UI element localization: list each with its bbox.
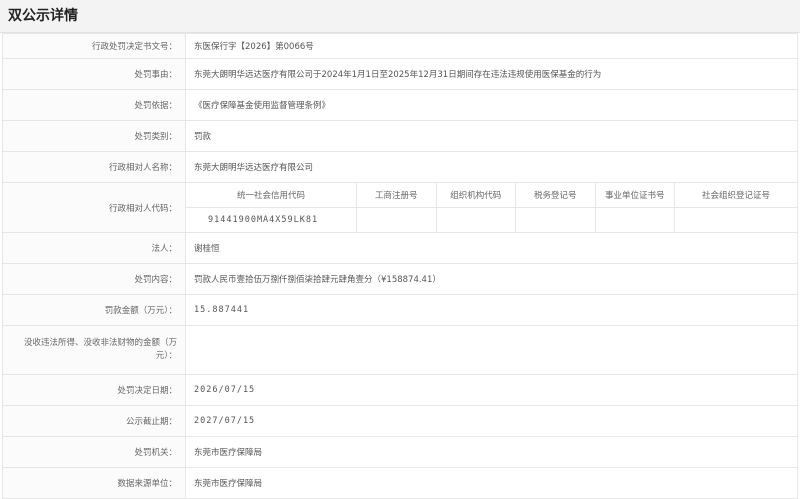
value-counterparty-name: 东莞大朗明华远达医疗有限公司 bbox=[185, 151, 798, 183]
value-decision-date: 2026/07/15 bbox=[185, 374, 798, 406]
label-publicity-deadline: 公示截止期： bbox=[2, 405, 186, 437]
label-decision-date: 处罚决定日期： bbox=[2, 374, 186, 406]
codes-value-institution-cert bbox=[594, 207, 675, 232]
value-fine-amount: 15.887441 bbox=[185, 294, 798, 326]
label-penalty-authority: 处罚机关： bbox=[2, 436, 186, 468]
label-legal-person: 法人： bbox=[2, 232, 186, 264]
codes-header-institution-cert: 事业单位证书号 bbox=[594, 183, 675, 208]
codes-cell: 统一社会信用代码 工商注册号 组织机构代码 税务登记号 事业单位证书号 社会组织… bbox=[185, 182, 798, 233]
label-decision-number: 行政处罚决定书文号： bbox=[2, 33, 186, 59]
label-data-source: 数据来源单位： bbox=[2, 467, 186, 499]
codes-header-tax-reg: 税务登记号 bbox=[515, 183, 596, 208]
value-penalty-reason: 东莞大朗明华远达医疗有限公司于2024年1月1日至2025年12月31日期间存在… bbox=[185, 58, 798, 90]
row-penalty-content: 处罚内容： 罚款人民币壹拾伍万捌仟捌佰柒拾肆元肆角壹分（¥158874.41） bbox=[2, 263, 798, 295]
label-fine-amount: 罚款金额（万元）： bbox=[2, 294, 186, 326]
codes-value-credit-code: 91441900MA4X59LK81 bbox=[186, 207, 357, 232]
row-counterparty-codes: 行政相对人代码： 统一社会信用代码 工商注册号 组织机构代码 税务登记号 事业单… bbox=[2, 182, 798, 233]
value-penalty-authority: 东莞市医疗保障局 bbox=[185, 436, 798, 468]
row-fine-amount: 罚款金额（万元）： 15.887441 bbox=[2, 294, 798, 326]
codes-header-social-org: 社会组织登记证号 bbox=[674, 183, 797, 208]
row-legal-person: 法人： 谢桂恒 bbox=[2, 232, 798, 264]
label-penalty-reason: 处罚事由： bbox=[2, 58, 186, 90]
label-counterparty-name: 行政相对人名称： bbox=[2, 151, 186, 183]
page-title: 双公示详情 bbox=[0, 0, 800, 33]
row-confiscation-amount: 没收违法所得、没收非法财物的金额（万元）： bbox=[2, 325, 798, 375]
value-decision-number: 东医保行字【2026】第0066号 bbox=[185, 33, 798, 59]
detail-table: 行政处罚决定书文号： 东医保行字【2026】第0066号 处罚事由： 东莞大朗明… bbox=[2, 33, 798, 499]
row-publicity-deadline: 公示截止期： 2027/07/15 bbox=[2, 405, 798, 437]
codes-header-row: 统一社会信用代码 工商注册号 组织机构代码 税务登记号 事业单位证书号 社会组织… bbox=[186, 183, 797, 208]
label-confiscation-amount: 没收违法所得、没收非法财物的金额（万元）： bbox=[2, 325, 186, 375]
codes-header-business-reg: 工商注册号 bbox=[356, 183, 437, 208]
codes-header-credit-code: 统一社会信用代码 bbox=[186, 183, 357, 208]
value-penalty-content: 罚款人民币壹拾伍万捌仟捌佰柒拾肆元肆角壹分（¥158874.41） bbox=[185, 263, 798, 295]
row-decision-date: 处罚决定日期： 2026/07/15 bbox=[2, 374, 798, 406]
label-counterparty-codes: 行政相对人代码： bbox=[2, 182, 186, 233]
label-penalty-basis: 处罚依据： bbox=[2, 89, 186, 121]
codes-value-tax-reg bbox=[515, 207, 596, 232]
label-penalty-content: 处罚内容： bbox=[2, 263, 186, 295]
value-penalty-type: 罚款 bbox=[185, 120, 798, 152]
row-penalty-basis: 处罚依据： 《医疗保障基金使用监督管理条例》 bbox=[2, 89, 798, 121]
codes-value-social-org bbox=[674, 207, 797, 232]
codes-table: 统一社会信用代码 工商注册号 组织机构代码 税务登记号 事业单位证书号 社会组织… bbox=[186, 183, 797, 232]
row-data-source: 数据来源单位： 东莞市医疗保障局 bbox=[2, 467, 798, 499]
codes-value-row: 91441900MA4X59LK81 bbox=[186, 207, 797, 232]
codes-value-business-reg bbox=[356, 207, 437, 232]
codes-header-org-code: 组织机构代码 bbox=[435, 183, 516, 208]
row-penalty-type: 处罚类别： 罚款 bbox=[2, 120, 798, 152]
value-data-source: 东莞市医疗保障局 bbox=[185, 467, 798, 499]
value-confiscation-amount bbox=[185, 325, 798, 375]
label-penalty-type: 处罚类别： bbox=[2, 120, 186, 152]
row-penalty-authority: 处罚机关： 东莞市医疗保障局 bbox=[2, 436, 798, 468]
row-penalty-reason: 处罚事由： 东莞大朗明华远达医疗有限公司于2024年1月1日至2025年12月3… bbox=[2, 58, 798, 90]
codes-value-org-code bbox=[435, 207, 516, 232]
row-counterparty-name: 行政相对人名称： 东莞大朗明华远达医疗有限公司 bbox=[2, 151, 798, 183]
row-decision-number: 行政处罚决定书文号： 东医保行字【2026】第0066号 bbox=[2, 33, 798, 59]
value-penalty-basis: 《医疗保障基金使用监督管理条例》 bbox=[185, 89, 798, 121]
value-legal-person: 谢桂恒 bbox=[185, 232, 798, 264]
value-publicity-deadline: 2027/07/15 bbox=[185, 405, 798, 437]
